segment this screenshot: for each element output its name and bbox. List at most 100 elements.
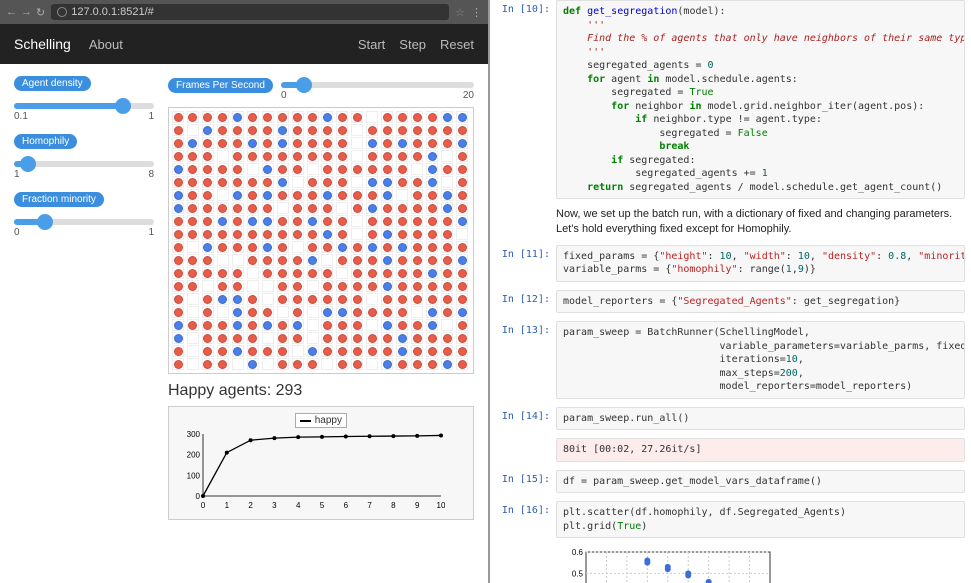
cell-input[interactable]: param_sweep.run_all() — [556, 407, 965, 431]
grid-cell — [321, 267, 333, 279]
grid-cell — [247, 228, 259, 240]
grid-cell — [202, 150, 214, 162]
agent-red — [174, 139, 183, 148]
grid-cell — [381, 215, 393, 227]
grid-cell — [232, 111, 244, 123]
grid-cell — [202, 228, 214, 240]
grid-cell — [411, 306, 423, 318]
brand[interactable]: Schelling — [14, 36, 71, 52]
grid-cell — [336, 293, 348, 305]
slider-minority[interactable]: Fraction minority 01 — [14, 190, 154, 238]
agent-red — [383, 269, 392, 278]
agent-red — [458, 152, 467, 161]
grid-cell — [262, 137, 274, 149]
grid-cell — [202, 280, 214, 292]
grid-cell — [456, 267, 468, 279]
agent-red — [293, 295, 302, 304]
agent-red — [188, 204, 197, 213]
agent-blue — [174, 334, 183, 343]
grid-cell — [351, 345, 363, 357]
agent-red — [293, 308, 302, 317]
agent-red — [368, 191, 377, 200]
agent-red — [458, 165, 467, 174]
cell-input[interactable]: fixed_params = {"height": 10, "width": 1… — [556, 245, 965, 282]
reload-icon[interactable]: ↻ — [36, 6, 45, 19]
slider-homophily[interactable]: Homophily 18 — [14, 132, 154, 180]
grid-cell — [366, 111, 378, 123]
grid-cell — [426, 124, 438, 136]
agent-red — [398, 152, 407, 161]
grid-cell — [336, 176, 348, 188]
cell-input[interactable]: df = param_sweep.get_model_vars_datafram… — [556, 470, 965, 494]
grid-cell — [381, 241, 393, 253]
grid-cell — [262, 215, 274, 227]
agent-red — [278, 295, 287, 304]
grid-cell — [366, 228, 378, 240]
agent-red — [188, 256, 197, 265]
cell-input[interactable]: def get_segregation(model): ''' Find the… — [556, 0, 965, 199]
grid-cell — [262, 319, 274, 331]
grid-cell — [411, 124, 423, 136]
step-button[interactable]: Step — [399, 37, 426, 52]
agent-blue — [188, 139, 197, 148]
agent-red — [398, 269, 407, 278]
agent-red — [323, 334, 332, 343]
slider-density[interactable]: Agent density 0.11 — [14, 74, 154, 122]
agent-red — [203, 295, 212, 304]
agent-red — [323, 347, 332, 356]
grid-cell — [292, 254, 304, 266]
grid-cell — [351, 280, 363, 292]
grid-cell — [456, 124, 468, 136]
grid-cell — [366, 267, 378, 279]
agent-red — [174, 256, 183, 265]
agent-blue — [233, 347, 242, 356]
grid-cell — [292, 267, 304, 279]
grid-cell — [426, 163, 438, 175]
agent-blue — [263, 165, 272, 174]
address-bar[interactable]: 127.0.0.1:8521/# — [51, 4, 449, 20]
nav-about[interactable]: About — [89, 37, 123, 52]
agent-red — [263, 308, 272, 317]
svg-text:200: 200 — [187, 451, 201, 460]
agent-red — [443, 282, 452, 291]
agent-blue — [233, 308, 242, 317]
grid-cell — [247, 358, 259, 370]
agent-blue — [443, 113, 452, 122]
agent-red — [308, 113, 317, 122]
agent-red — [218, 139, 227, 148]
grid-cell — [321, 241, 333, 253]
agent-blue — [308, 217, 317, 226]
grid-cell — [307, 202, 319, 214]
chart-legend: happy — [295, 413, 347, 428]
grid-cell — [262, 345, 274, 357]
cell-prompt: In [16]: — [496, 501, 556, 538]
agent-blue — [248, 139, 257, 148]
agent-red — [248, 308, 257, 317]
cell-input[interactable]: plt.scatter(df.homophily, df.Segregated_… — [556, 501, 965, 538]
cell-input[interactable]: param_sweep = BatchRunner(SchellingModel… — [556, 321, 965, 399]
agent-red — [308, 295, 317, 304]
agent-red — [203, 178, 212, 187]
fps-slider[interactable]: 020 — [281, 74, 474, 101]
agent-red — [218, 243, 227, 252]
agent-blue — [338, 243, 347, 252]
menu-icon[interactable]: ⋮ — [471, 6, 482, 19]
grid-cell — [456, 137, 468, 149]
grid-cell — [411, 280, 423, 292]
grid-cell — [172, 215, 184, 227]
grid-cell — [277, 319, 289, 331]
start-button[interactable]: Start — [358, 37, 385, 52]
grid-cell — [232, 137, 244, 149]
agent-red — [174, 178, 183, 187]
grid-cell — [426, 228, 438, 240]
cell-input[interactable]: model_reporters = {"Segregated_Agents": … — [556, 290, 965, 314]
forward-icon[interactable]: → — [21, 6, 32, 19]
star-icon[interactable]: ☆ — [455, 6, 465, 19]
grid-cell — [172, 306, 184, 318]
svg-text:2: 2 — [248, 501, 253, 510]
reset-button[interactable]: Reset — [440, 37, 474, 52]
back-icon[interactable]: ← — [6, 6, 17, 19]
grid-cell — [277, 124, 289, 136]
grid-cell — [172, 319, 184, 331]
agent-red — [368, 217, 377, 226]
